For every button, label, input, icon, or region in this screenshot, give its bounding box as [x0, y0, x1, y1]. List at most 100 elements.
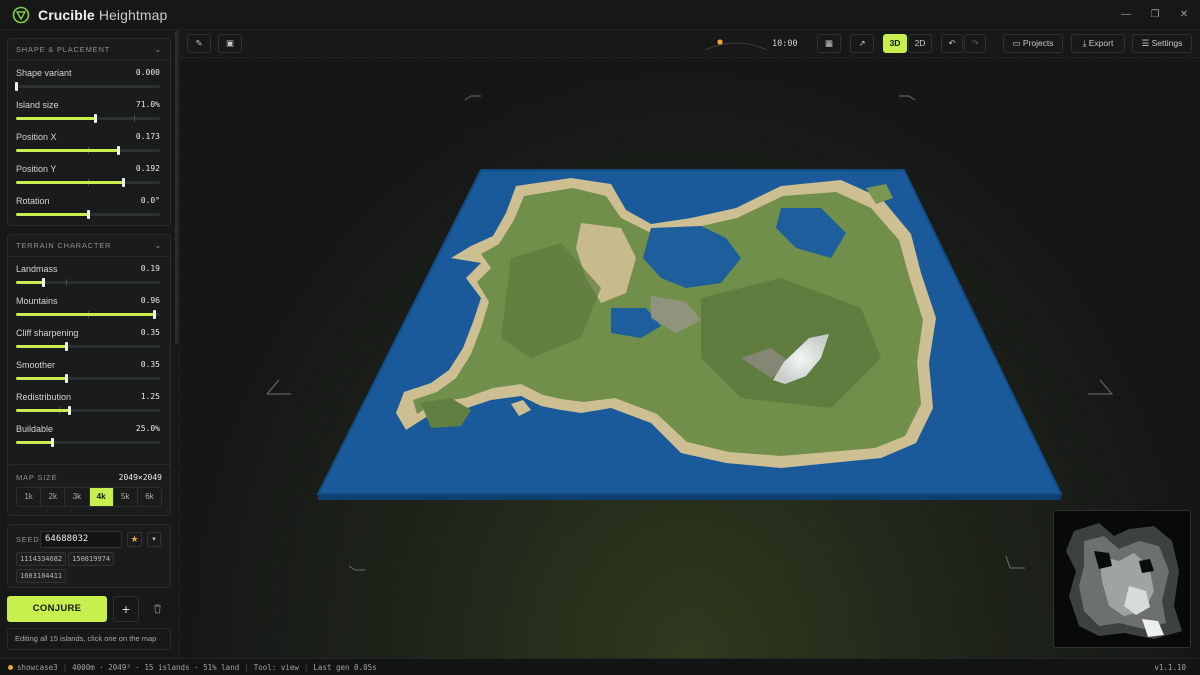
slider-label: Landmass [16, 264, 58, 274]
restore-icon[interactable]: ❐ [1148, 8, 1162, 22]
slider-value: 25.0% [135, 424, 160, 433]
slider-landmass[interactable]: Landmass 0.19 [8, 257, 170, 289]
slider-redistribution[interactable]: Redistribution 1.25 [8, 385, 170, 417]
seed-history-chip[interactable]: 1603104411 [16, 569, 67, 583]
toolbar: ✎ ▣ 10:00 ▦ ↗ 3D 2D ↶ ↷ ▭ Projects ⤓ Exp… [181, 30, 1200, 58]
slider-value: 0.35 [140, 360, 160, 369]
slider-track[interactable] [16, 178, 160, 187]
settings-button[interactable]: ☰ Settings [1132, 34, 1192, 53]
export-label: Export [1088, 38, 1114, 48]
lock-icon[interactable]: ▣ [218, 34, 242, 53]
undo-icon[interactable]: ↶ [941, 34, 963, 53]
slider-thumb[interactable] [117, 146, 121, 155]
slider-track[interactable] [16, 146, 160, 155]
slider-thumb[interactable] [51, 438, 54, 447]
slider-label: Island size [16, 100, 59, 110]
export-button[interactable]: ⤓ Export [1071, 34, 1125, 53]
map-size-option-2k[interactable]: 2k [41, 488, 66, 506]
map-size-title: MAP SIZE [16, 473, 58, 482]
sun-arc-icon[interactable] [701, 36, 771, 52]
sidebar-scrollbar[interactable] [175, 30, 178, 344]
map-size-option-3k[interactable]: 3k [65, 488, 90, 506]
slider-value: 71.0% [135, 100, 160, 109]
projects-button[interactable]: ▭ Projects [1003, 34, 1063, 53]
slider-label: Shape variant [16, 68, 72, 78]
status-dot-icon [8, 664, 13, 670]
map-size-option-4k[interactable]: 4k [89, 488, 114, 506]
slider-track[interactable] [16, 114, 160, 123]
shape-panel-header[interactable]: SHAPE & PLACEMENT ⌄ [8, 39, 170, 61]
slider-smoother[interactable]: Smoother 0.35 [8, 353, 170, 385]
slider-shape-variant[interactable]: Shape variant 0.000 [8, 61, 170, 93]
trash-icon[interactable] [146, 596, 168, 622]
grid-icon[interactable]: ▦ [817, 34, 841, 53]
terrain-panel-header[interactable]: TERRAIN CHARACTER ⌄ [8, 235, 170, 257]
slider-default-tick [66, 279, 68, 286]
settings-icon: ☰ [1141, 38, 1152, 48]
chevron-down-icon[interactable]: ⌄ [154, 45, 162, 54]
seed-panel: SEED 64688032 ★ ▾ 1114334682 150819974160… [7, 524, 171, 588]
slider-island-size[interactable]: Island size 71.0% [8, 93, 170, 125]
map-size-option-5k[interactable]: 5k [114, 488, 138, 506]
seed-input[interactable]: 64688032 [40, 531, 122, 548]
slider-cliff-sharpening[interactable]: Cliff sharpening 0.35 [8, 321, 170, 353]
seed-history-chip[interactable]: 150819974 [68, 552, 115, 566]
star-icon[interactable]: ★ [127, 532, 142, 547]
chevron-down-icon[interactable]: ⌄ [154, 241, 162, 250]
map-size-option-6k[interactable]: 6k [138, 488, 161, 506]
slider-rotation[interactable]: Rotation 0.0° [8, 189, 170, 221]
conjure-button[interactable]: CONJURE [7, 596, 107, 622]
slider-track[interactable] [16, 278, 160, 287]
seed-history: 1114334682 1508199741603104411 [8, 552, 170, 586]
slider-position-y[interactable]: Position Y 0.192 [8, 157, 170, 189]
slider-track[interactable] [16, 310, 160, 319]
close-icon[interactable]: ✕ [1177, 8, 1191, 22]
heightmap-minimap[interactable] [1053, 510, 1191, 648]
slider-position-x[interactable]: Position X 0.173 [8, 125, 170, 157]
slider-track[interactable] [16, 342, 160, 351]
view-3d-button[interactable]: 3D [883, 34, 907, 53]
slider-track[interactable] [16, 406, 160, 415]
slider-value: 0.173 [135, 132, 160, 141]
slider-mountains[interactable]: Mountains 0.96 [8, 289, 170, 321]
version-label: v1.1.10 [1154, 663, 1186, 672]
slider-track[interactable] [16, 438, 160, 447]
slider-thumb[interactable] [65, 342, 69, 351]
slider-track[interactable] [16, 210, 160, 219]
map-viewport[interactable] [181, 58, 1200, 658]
slider-thumb[interactable] [87, 210, 90, 219]
slider-default-tick [134, 115, 136, 122]
slider-thumb[interactable] [42, 278, 46, 287]
status-tool: Tool: view [253, 662, 299, 672]
slider-thumb[interactable] [153, 310, 157, 319]
slider-thumb[interactable] [68, 406, 72, 415]
terrain-character-panel: TERRAIN CHARACTER ⌄ Landmass 0.19 Mountain… [7, 234, 171, 486]
slider-buildable[interactable]: Buildable 25.0% [8, 417, 170, 449]
slider-label: Redistribution [16, 392, 72, 402]
slider-thumb[interactable] [15, 82, 18, 91]
slider-fill [16, 313, 155, 316]
dropdown-arrow-icon[interactable]: ▾ [147, 532, 161, 547]
trend-icon[interactable]: ↗ [850, 34, 874, 53]
slider-track[interactable] [16, 374, 160, 383]
crucible-logo-icon [12, 6, 30, 23]
minimize-icon[interactable]: — [1119, 8, 1133, 22]
view-2d-button[interactable]: 2D [908, 34, 932, 53]
slider-track[interactable] [15, 82, 160, 91]
shape-slider-list: Shape variant 0.000 Island size 71.0% Positi… [8, 61, 170, 221]
terrain-slider-list: Landmass 0.19 Mountains 0.96 Cliff sharpenin… [8, 257, 170, 449]
seed-history-chip[interactable]: 1114334682 [16, 552, 67, 566]
status-bar: showcase3 | 4000m · 2049² · 15 islands ·… [0, 658, 1200, 675]
map-size-panel: MAP SIZE 2049×2049 1k 2k 3k 4k 5k 6k [7, 464, 171, 516]
slider-thumb[interactable] [121, 178, 125, 187]
pencil-icon[interactable]: ✎ [187, 34, 211, 53]
redo-icon[interactable]: ↷ [964, 34, 986, 53]
shape-panel-title: SHAPE & PLACEMENT [16, 45, 111, 54]
editing-hint: Editing all 15 islands, click one on the… [7, 628, 171, 650]
slider-thumb[interactable] [65, 374, 69, 383]
add-island-button[interactable]: + [113, 596, 139, 622]
map-size-option-1k[interactable]: 1k [17, 488, 42, 506]
slider-thumb[interactable] [94, 114, 98, 123]
settings-label: Settings [1151, 38, 1183, 48]
app-title: Crucible Heightmap [38, 7, 167, 23]
